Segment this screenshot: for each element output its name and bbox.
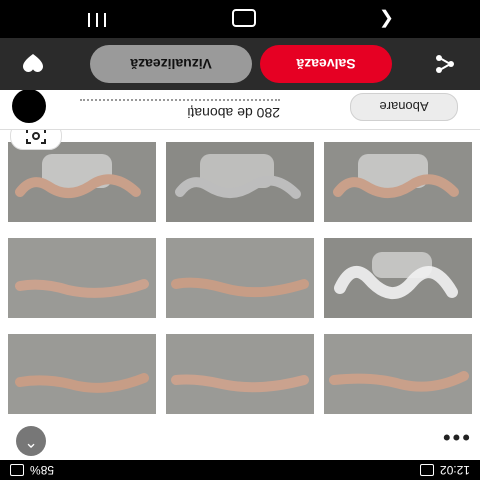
recent-apps-icon[interactable] xyxy=(88,13,106,27)
save-button[interactable]: Salvează xyxy=(260,45,392,83)
grid-tile[interactable] xyxy=(166,142,314,222)
pinterest-heart-icon[interactable] xyxy=(20,50,46,76)
battery-icon xyxy=(10,464,24,476)
android-navigation-bar: ❮ xyxy=(0,0,480,38)
bottom-toolbar: ••• ⌃ xyxy=(0,422,480,460)
grid-tile[interactable] xyxy=(166,238,314,318)
grid-tile[interactable] xyxy=(324,142,472,222)
status-left: 12:02 xyxy=(419,463,470,477)
profile-name-placeholder xyxy=(80,97,280,101)
profile-bar: Abonare 280 de abonați xyxy=(0,89,480,130)
grid-tile[interactable] xyxy=(324,238,472,318)
home-icon[interactable] xyxy=(232,9,256,27)
grid-tile[interactable] xyxy=(8,142,156,222)
notification-icon xyxy=(419,464,434,476)
pin-action-bar: Salvează Vizualizează xyxy=(0,38,480,90)
share-icon[interactable] xyxy=(434,53,456,75)
grid-tile[interactable] xyxy=(8,238,156,318)
chevron-up-icon[interactable]: ⌃ xyxy=(16,426,46,456)
avatar[interactable] xyxy=(12,89,46,123)
grid-tile[interactable] xyxy=(8,334,156,414)
grid-tile[interactable] xyxy=(166,334,314,414)
status-right: 58% xyxy=(10,463,54,477)
battery-percent: 58% xyxy=(30,463,55,477)
grid-tile[interactable] xyxy=(324,334,472,414)
status-time: 12:02 xyxy=(439,463,470,477)
followers-count: 280 de abonați xyxy=(187,105,280,121)
follow-button[interactable]: Abonare xyxy=(350,93,458,121)
profile-meta: 280 de abonați xyxy=(70,91,280,121)
more-icon[interactable]: ••• xyxy=(441,424,470,450)
status-bar: 12:02 58% xyxy=(0,460,480,480)
back-icon[interactable]: ❮ xyxy=(379,9,394,30)
view-button[interactable]: Vizualizează xyxy=(90,45,252,83)
related-pins-grid xyxy=(0,130,480,422)
pin-closeup-screen: 12:02 58% ••• ⌃ Abonare 280 de abonați S… xyxy=(0,0,480,480)
